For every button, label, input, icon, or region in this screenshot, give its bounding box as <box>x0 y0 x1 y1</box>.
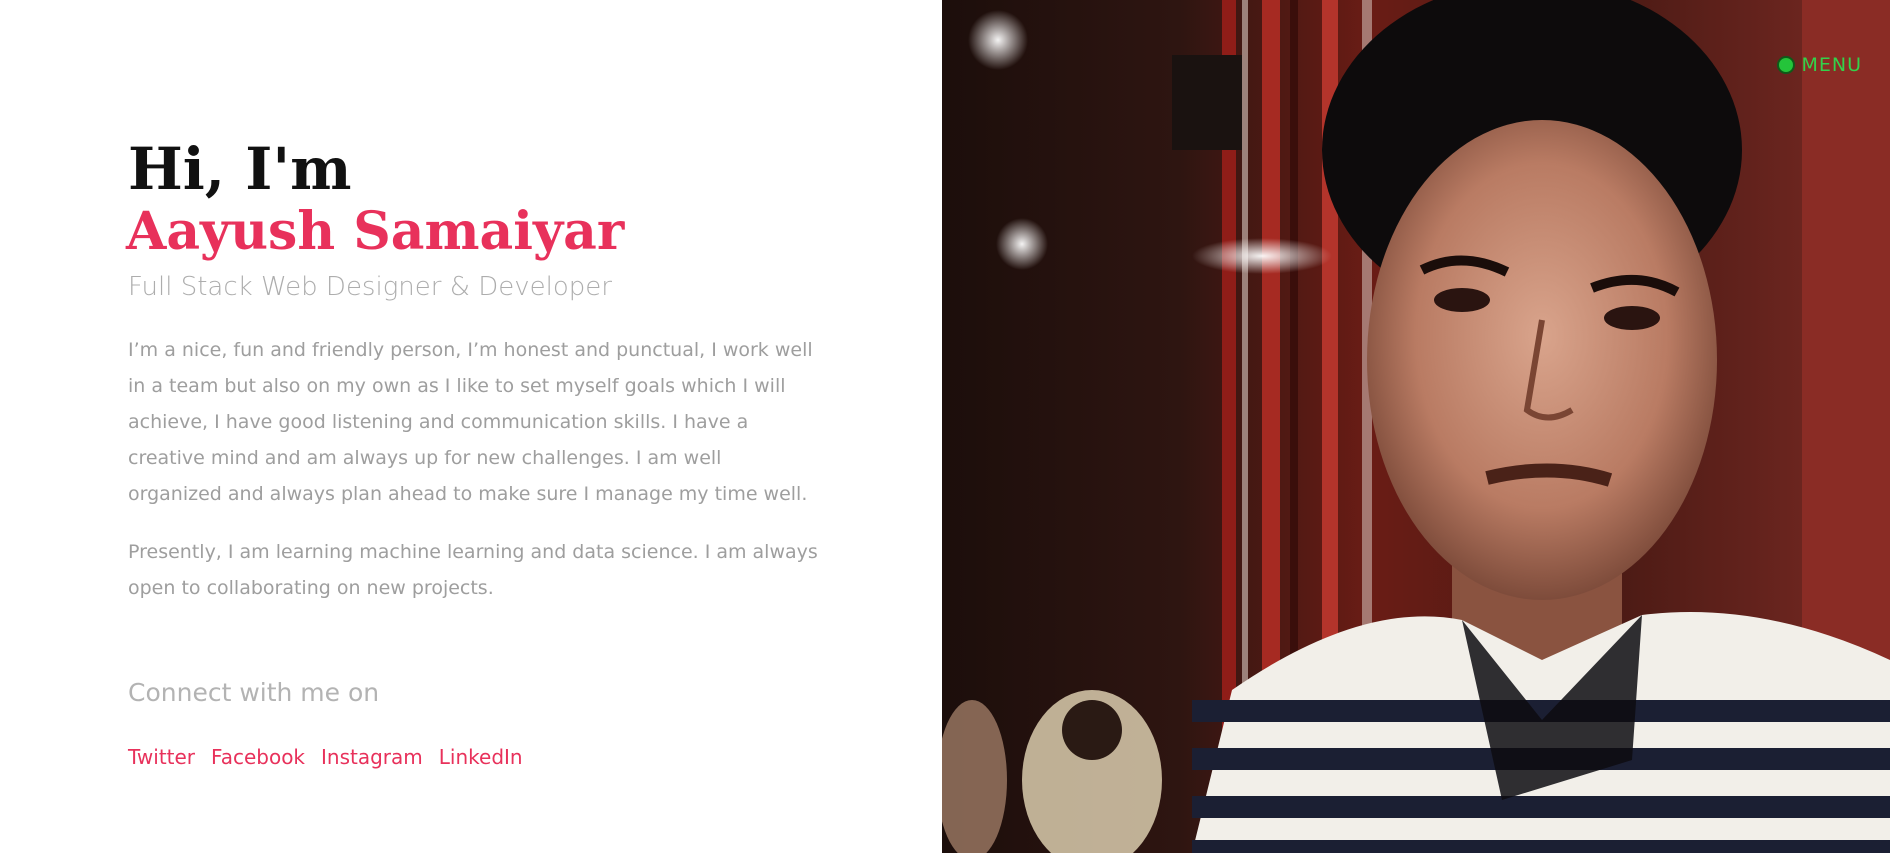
bio-paragraph: I’m a nice, fun and friendly person, I’m… <box>128 339 813 505</box>
greeting-heading: Hi, I'm <box>128 135 352 203</box>
intro-panel: Hi, I'm Aayush Samaiyar Full Stack Web D… <box>0 0 942 853</box>
green-dot-icon <box>1777 56 1796 74</box>
instagram-link[interactable]: Instagram <box>321 742 423 772</box>
bio-paragraph-secondary: Presently, I am learning machine learnin… <box>128 541 818 599</box>
social-links: Twitter Facebook Instagram LinkedIn <box>128 742 523 772</box>
portrait-photo <box>942 0 1890 853</box>
connect-heading: Connect with me on <box>128 678 380 707</box>
linkedin-link[interactable]: LinkedIn <box>439 742 523 772</box>
portrait-image <box>942 0 1890 853</box>
name-heading: Aayush Samaiyar <box>126 201 625 262</box>
role-subtitle: Full Stack Web Designer & Developer <box>128 272 612 302</box>
menu-button[interactable]: MENU <box>1777 52 1862 78</box>
menu-label: MENU <box>1801 54 1862 76</box>
facebook-link[interactable]: Facebook <box>211 742 305 772</box>
twitter-link[interactable]: Twitter <box>128 742 195 772</box>
